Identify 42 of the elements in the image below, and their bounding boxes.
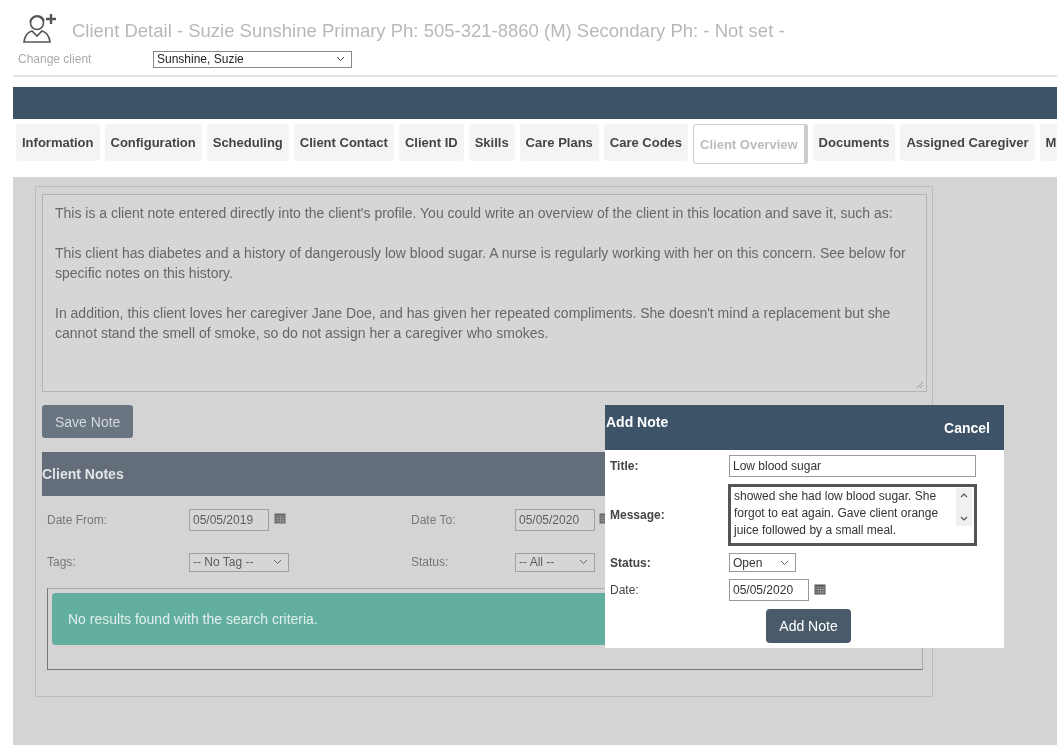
tab[interactable]: Care Codes bbox=[603, 124, 689, 161]
filter-label: Status: bbox=[411, 555, 450, 569]
tab[interactable]: Scheduling bbox=[206, 124, 289, 161]
filter-label: Tags: bbox=[47, 555, 77, 569]
chevron-down-icon bbox=[579, 559, 588, 565]
date-field[interactable]: 05/05/2020 bbox=[515, 509, 595, 531]
tab[interactable]: Skills bbox=[468, 124, 515, 161]
chevron-down-icon bbox=[273, 559, 282, 565]
chevron-down-icon bbox=[780, 559, 789, 566]
calendar-icon[interactable] bbox=[814, 583, 826, 595]
field-label: Message: bbox=[610, 508, 666, 522]
tab[interactable]: Assigned Caregiver bbox=[900, 124, 1035, 161]
status-select[interactable]: Open bbox=[729, 553, 796, 572]
scrollbar-icon[interactable] bbox=[956, 488, 972, 526]
tab[interactable]: M bbox=[1039, 124, 1057, 161]
date-field[interactable]: 05/05/2020 bbox=[729, 579, 809, 601]
client-select[interactable]: Sunshine, Suzie bbox=[153, 50, 352, 68]
chevron-down-icon bbox=[336, 56, 345, 62]
page-title: Client Detail - Suzie Sunshine Primary Ph: 505-321-8860 (M) Secondary Ph: - Not set - bbox=[72, 20, 785, 42]
cancel-link[interactable]: Cancel bbox=[944, 420, 990, 436]
tab[interactable]: Information bbox=[16, 124, 100, 161]
field-label: Status: bbox=[610, 555, 652, 570]
change-client-label: Change client bbox=[18, 52, 93, 66]
tab[interactable]: Client Contact bbox=[293, 124, 394, 161]
filter-label: Date To: bbox=[411, 513, 457, 527]
dialog-title: Add Note bbox=[606, 414, 669, 430]
field-label: Title: bbox=[610, 459, 640, 473]
overview-textarea[interactable]: This is a client note entered directly into the client's profile. You could write an overview of the client in this location and save it, such as: This client has diabetes and a history of dangerously low blood sugar. A nurse is regularly working with her on this concern. See below for specific notes on this history. In addition, this client loves her caregiver Jane Doe, and has given her repeated compliments. She doesn't mind a replacement but she cannot stand the smell of smoke, so do not assign her a caregiver who smokes. bbox=[42, 194, 927, 392]
filter-select[interactable]: -- No Tag -- bbox=[189, 552, 289, 572]
tab[interactable]: Configuration bbox=[104, 124, 202, 161]
tab[interactable]: Documents bbox=[812, 124, 896, 161]
tab[interactable]: Client ID bbox=[398, 124, 464, 161]
calendar-icon[interactable] bbox=[274, 512, 286, 524]
filter-select[interactable]: -- All -- bbox=[515, 552, 595, 572]
client-notes-title: Client Notes bbox=[42, 466, 124, 482]
date-field[interactable]: 05/05/2019 bbox=[189, 509, 269, 531]
tab[interactable]: Care Plans bbox=[519, 124, 599, 161]
title-field[interactable]: Low blood sugar bbox=[729, 455, 976, 477]
message-field[interactable]: showed she had low blood sugar. She forgot to eat again. Gave client orange juice followed by a small meal. bbox=[728, 484, 977, 546]
filter-label: Date From: bbox=[47, 513, 108, 527]
resize-grip-icon[interactable] bbox=[916, 381, 924, 389]
add-note-button[interactable]: Add Note bbox=[766, 609, 851, 643]
